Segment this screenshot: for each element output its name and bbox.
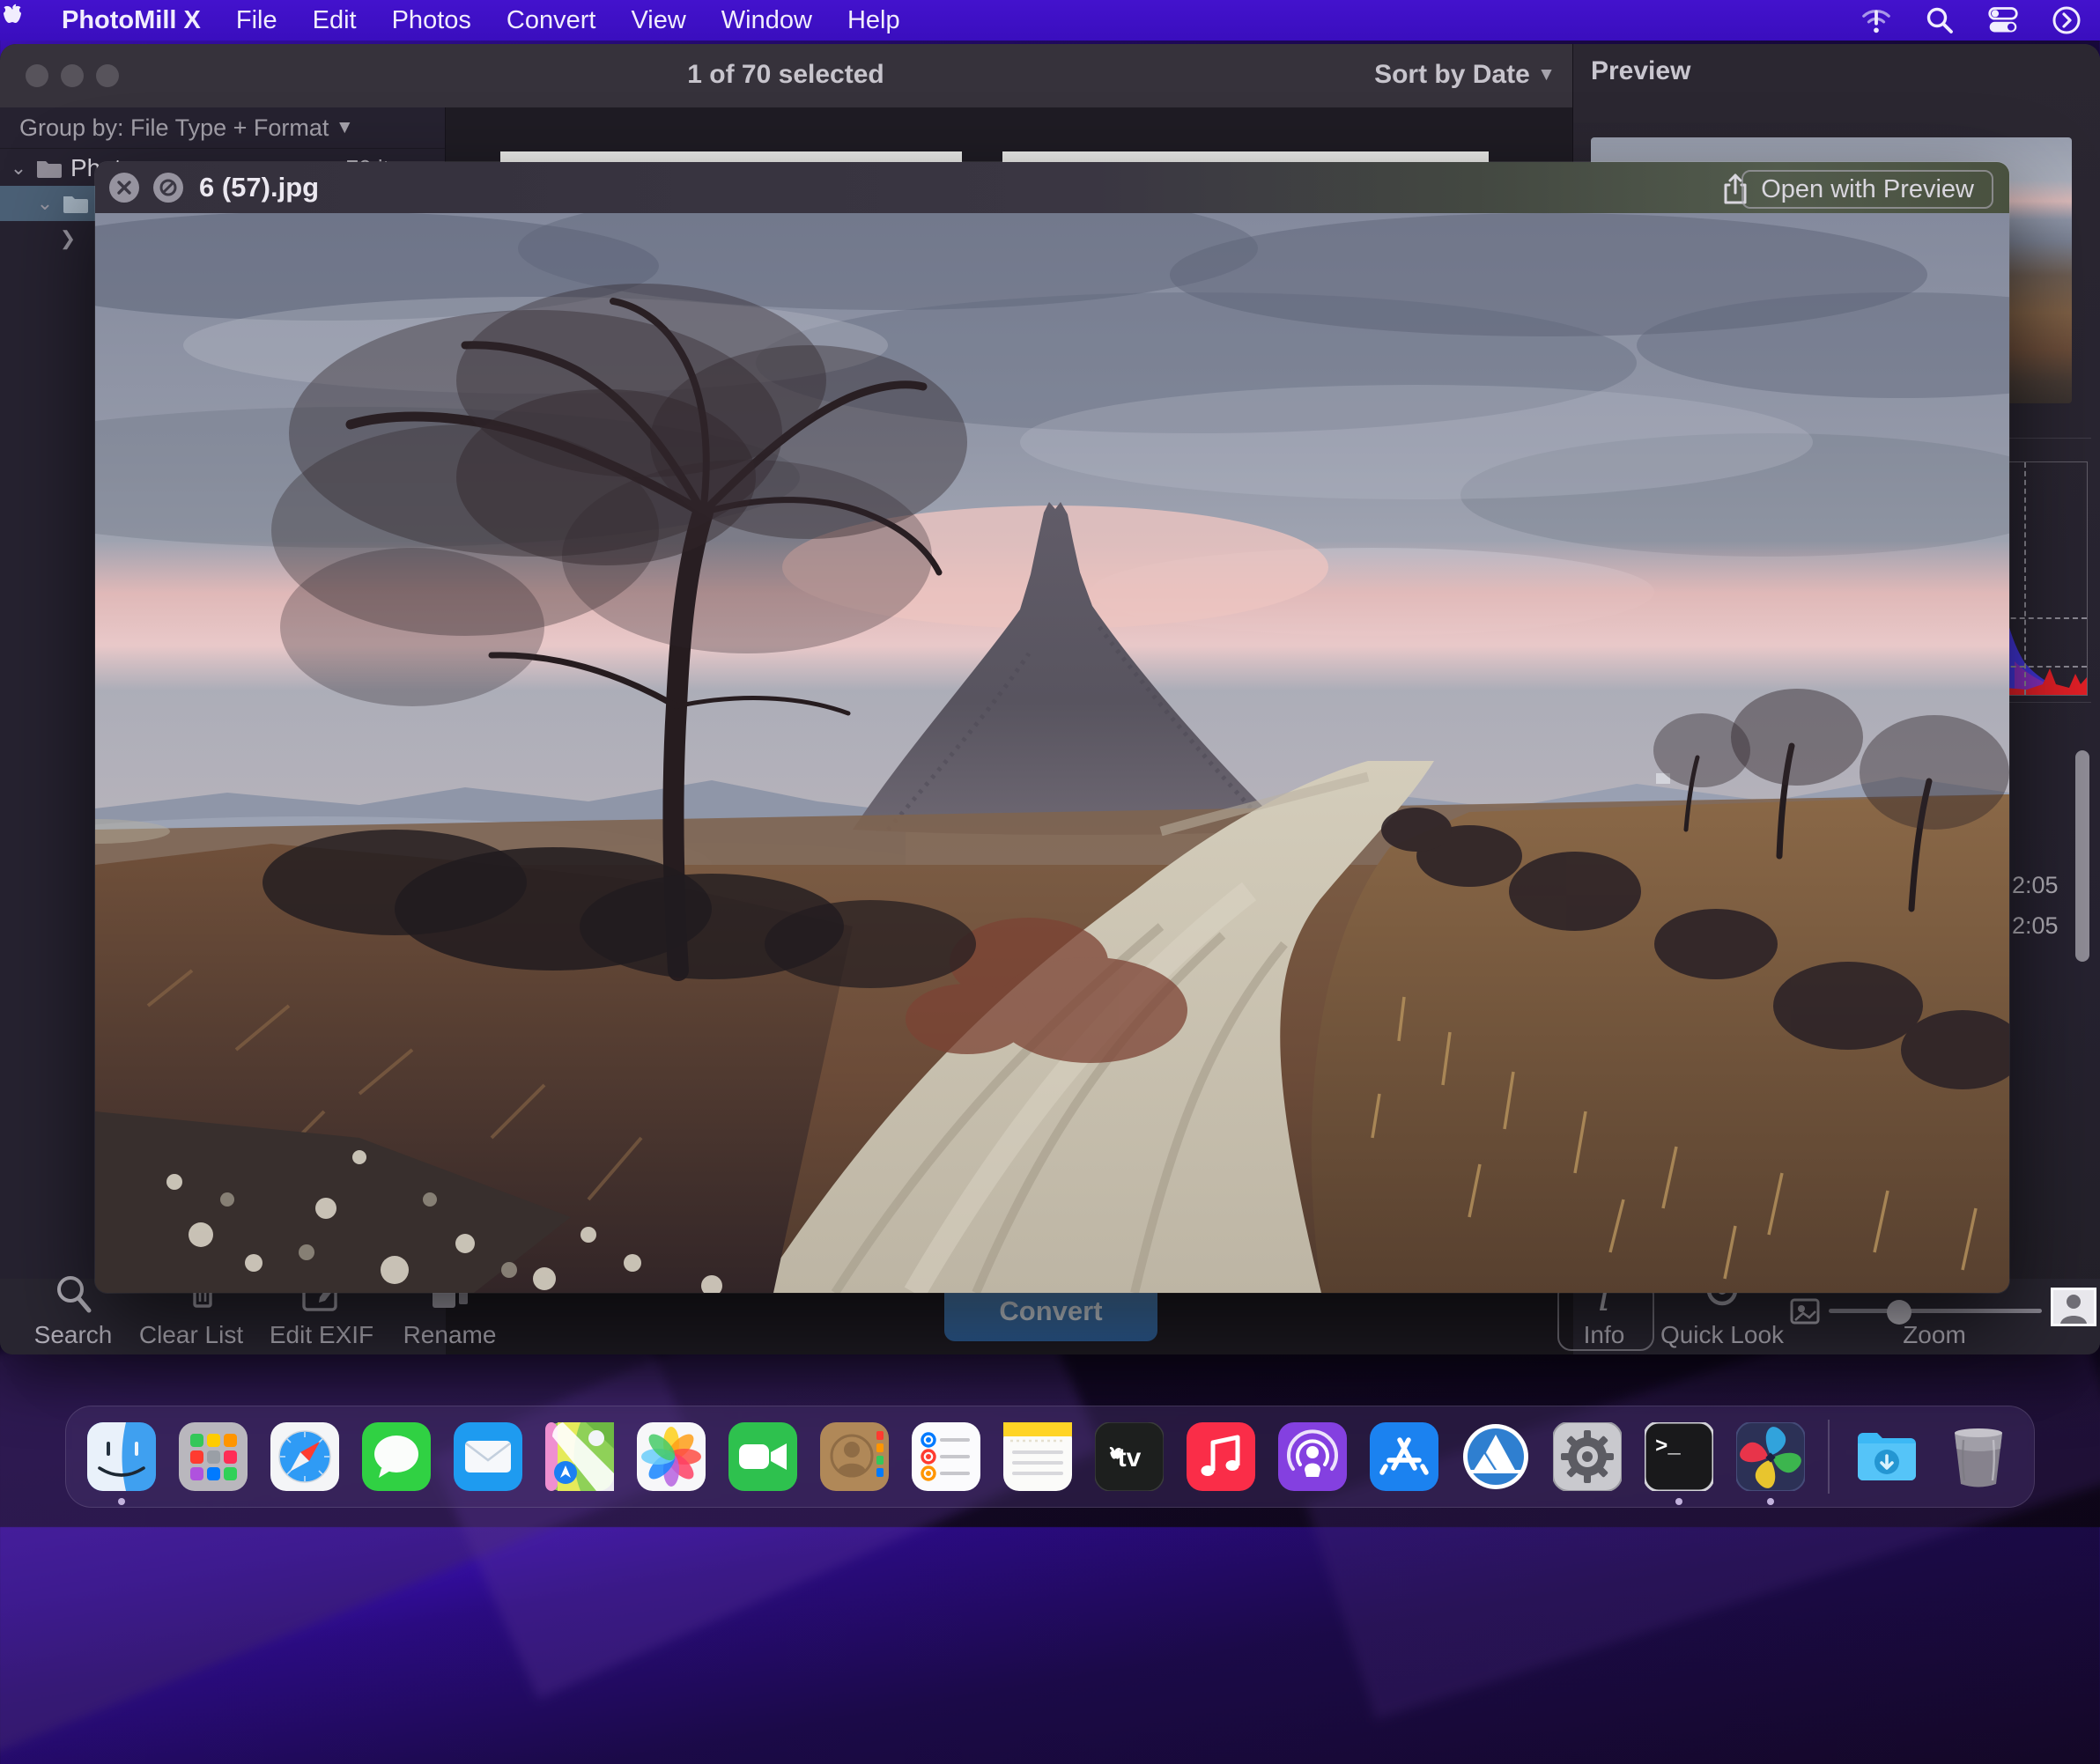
dock-safari-icon[interactable] — [270, 1422, 339, 1491]
sort-by-button[interactable]: Sort by Date ▼ — [1364, 60, 1566, 90]
quicklook-window: 6 (57).jpg Open with Preview — [95, 162, 2009, 1293]
minimize-window-button[interactable] — [61, 64, 84, 87]
histogram-gridline — [2024, 462, 2026, 695]
metadata-value: 2:05 — [2012, 912, 2059, 940]
panel-scrollbar[interactable] — [2075, 750, 2089, 962]
dock-messages-icon[interactable] — [362, 1422, 431, 1491]
disclosure-open-icon[interactable]: ⌄ — [32, 192, 58, 215]
dock-contacts-icon[interactable] — [820, 1422, 889, 1491]
group-by-control[interactable]: Group by: File Type + Format ▼ — [0, 107, 445, 149]
zoom-window-button[interactable] — [96, 64, 119, 87]
selection-status: 1 of 70 selected — [654, 60, 918, 90]
dock-photomill-viewer-icon[interactable] — [1461, 1422, 1530, 1491]
wifi-warning-icon[interactable] — [1860, 4, 1892, 36]
zoom-label: Zoom — [1882, 1321, 1987, 1349]
zoom-slider-track[interactable] — [1829, 1309, 2042, 1313]
photo-landscape — [95, 213, 2009, 1293]
svg-text:>_: >_ — [1655, 1436, 1681, 1459]
disclosure-closed-icon[interactable]: ❯ — [55, 227, 81, 250]
dock-photos-icon[interactable] — [637, 1422, 706, 1491]
menu-item-view[interactable]: View — [631, 6, 685, 35]
dock-facetime-icon[interactable] — [728, 1422, 797, 1491]
dock-downloads-folder-icon[interactable] — [1852, 1422, 1921, 1491]
dock-appstore-icon[interactable] — [1370, 1422, 1438, 1491]
dock-photomill-icon[interactable] — [1736, 1422, 1805, 1491]
menu-item-window[interactable]: Window — [721, 6, 812, 35]
spotlight-search-icon[interactable] — [1924, 4, 1956, 36]
open-with-preview-button[interactable]: Open with Preview — [1741, 170, 1993, 209]
dock-divider — [1828, 1420, 1830, 1494]
user-switch-icon[interactable] — [2051, 1288, 2096, 1326]
dock-appletv-icon[interactable]: tv — [1095, 1422, 1164, 1491]
menu-item-edit[interactable]: Edit — [313, 6, 357, 35]
menu-item-file[interactable]: File — [236, 6, 277, 35]
folder-icon — [62, 192, 90, 215]
dock-music-icon[interactable] — [1187, 1422, 1255, 1491]
dock-launchpad-icon[interactable] — [179, 1422, 248, 1491]
preview-panel-title: Preview — [1591, 56, 1690, 86]
dock-notes-icon[interactable] — [1003, 1422, 1072, 1491]
apple-menu[interactable] — [0, 3, 25, 38]
zoom-image-icon — [1790, 1298, 1820, 1325]
svg-text:tv: tv — [1118, 1443, 1142, 1472]
dock-settings-icon[interactable] — [1553, 1422, 1622, 1491]
control-center-icon[interactable] — [1987, 4, 2019, 36]
chevron-down-icon: ▼ — [1537, 64, 1556, 85]
clock-icon[interactable] — [2051, 4, 2082, 36]
quicklook-blocked-button[interactable] — [153, 173, 183, 203]
dock-mail-icon[interactable] — [454, 1422, 522, 1491]
search-icon — [53, 1273, 93, 1315]
menu-bar: PhotoMill X File Edit Photos Convert Vie… — [0, 0, 2100, 41]
apple-logo-icon — [0, 3, 25, 31]
dock-podcasts-icon[interactable] — [1278, 1422, 1347, 1491]
chevron-down-icon: ▼ — [336, 117, 354, 137]
folder-icon — [35, 157, 63, 180]
metadata-value: 2:05 — [2012, 872, 2059, 899]
menu-item-help[interactable]: Help — [847, 6, 900, 35]
dock-reminders-icon[interactable] — [912, 1422, 980, 1491]
dock-maps-icon[interactable] — [545, 1422, 614, 1491]
quicklook-filename: 6 (57).jpg — [199, 172, 319, 203]
menu-item-convert[interactable]: Convert — [507, 6, 596, 35]
dock: tv — [65, 1406, 2035, 1508]
quicklook-header: 6 (57).jpg Open with Preview — [95, 162, 2009, 213]
menu-app-name[interactable]: PhotoMill X — [62, 6, 201, 35]
close-window-button[interactable] — [26, 64, 48, 87]
dock-terminal-icon[interactable]: >_ — [1645, 1422, 1713, 1491]
disclosure-open-icon[interactable]: ⌄ — [5, 157, 32, 180]
dock-trash-icon[interactable] — [1944, 1422, 2013, 1491]
quicklook-close-button[interactable] — [109, 173, 139, 203]
dock-finder-icon[interactable] — [87, 1422, 156, 1491]
menu-item-photos[interactable]: Photos — [392, 6, 471, 35]
